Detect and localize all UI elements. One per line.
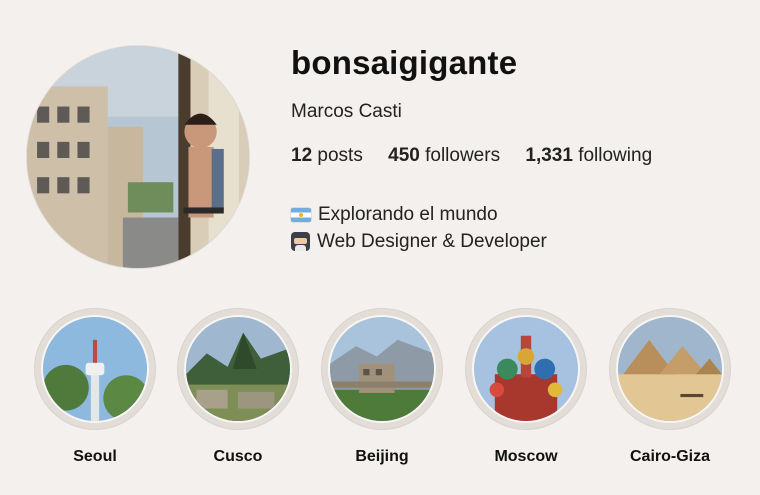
highlight-label: Cairo-Giza (629, 448, 710, 465)
highlight-cover (41, 315, 149, 423)
highlight-moscow[interactable]: Moscow (464, 308, 588, 466)
bio-text: Web Designer & Developer (317, 230, 547, 252)
highlight-cover (472, 315, 580, 423)
profile-username: bonsaigigante (291, 44, 518, 81)
highlight-cover (184, 315, 292, 423)
seoul-tower-image (43, 317, 147, 421)
followers-stat[interactable]: 450 followers (388, 145, 500, 166)
profile-stats: 12 posts 450 followers 1,331 following (291, 145, 672, 167)
profile-avatar[interactable] (26, 45, 250, 269)
following-label: following (578, 145, 653, 166)
great-wall-image (330, 317, 434, 421)
posts-stat[interactable]: 12 posts (291, 145, 363, 166)
highlight-label: Beijing (355, 448, 409, 465)
posts-count: 12 (291, 145, 313, 166)
following-stat[interactable]: 1,331 following (525, 145, 652, 166)
avatar-photo (27, 46, 249, 268)
highlight-ring (609, 308, 731, 430)
bio-line: Explorando el mundo (291, 201, 547, 228)
highlight-beijing[interactable]: Beijing (320, 308, 444, 466)
highlight-label: Seoul (73, 448, 117, 465)
followers-label: followers (425, 145, 501, 166)
saint-basil-image (474, 317, 578, 421)
profile-bio: Explorando el mundo Web Designer & Devel… (291, 201, 547, 255)
posts-label: posts (317, 145, 363, 166)
bio-text: Explorando el mundo (318, 203, 498, 225)
highlight-ring (321, 308, 443, 430)
highlight-ring (177, 308, 299, 430)
highlight-label: Moscow (494, 448, 558, 465)
highlight-cairo-giza[interactable]: Cairo-Giza (608, 308, 732, 466)
highlight-cusco[interactable]: Cusco (176, 308, 300, 466)
highlight-ring (465, 308, 587, 430)
highlight-label: Cusco (213, 448, 263, 465)
highlight-cover (328, 315, 436, 423)
highlight-seoul[interactable]: Seoul (33, 308, 157, 466)
bio-line: Web Designer & Developer (291, 228, 547, 255)
following-count: 1,331 (525, 145, 573, 166)
highlight-ring (34, 308, 156, 430)
pyramids-image (618, 317, 722, 421)
ninja-icon (291, 232, 310, 251)
followers-count: 450 (388, 145, 420, 166)
profile-full-name: Marcos Casti (291, 101, 402, 122)
machu-picchu-image (186, 317, 290, 421)
argentina-flag-icon (291, 207, 311, 222)
highlight-cover (616, 315, 724, 423)
